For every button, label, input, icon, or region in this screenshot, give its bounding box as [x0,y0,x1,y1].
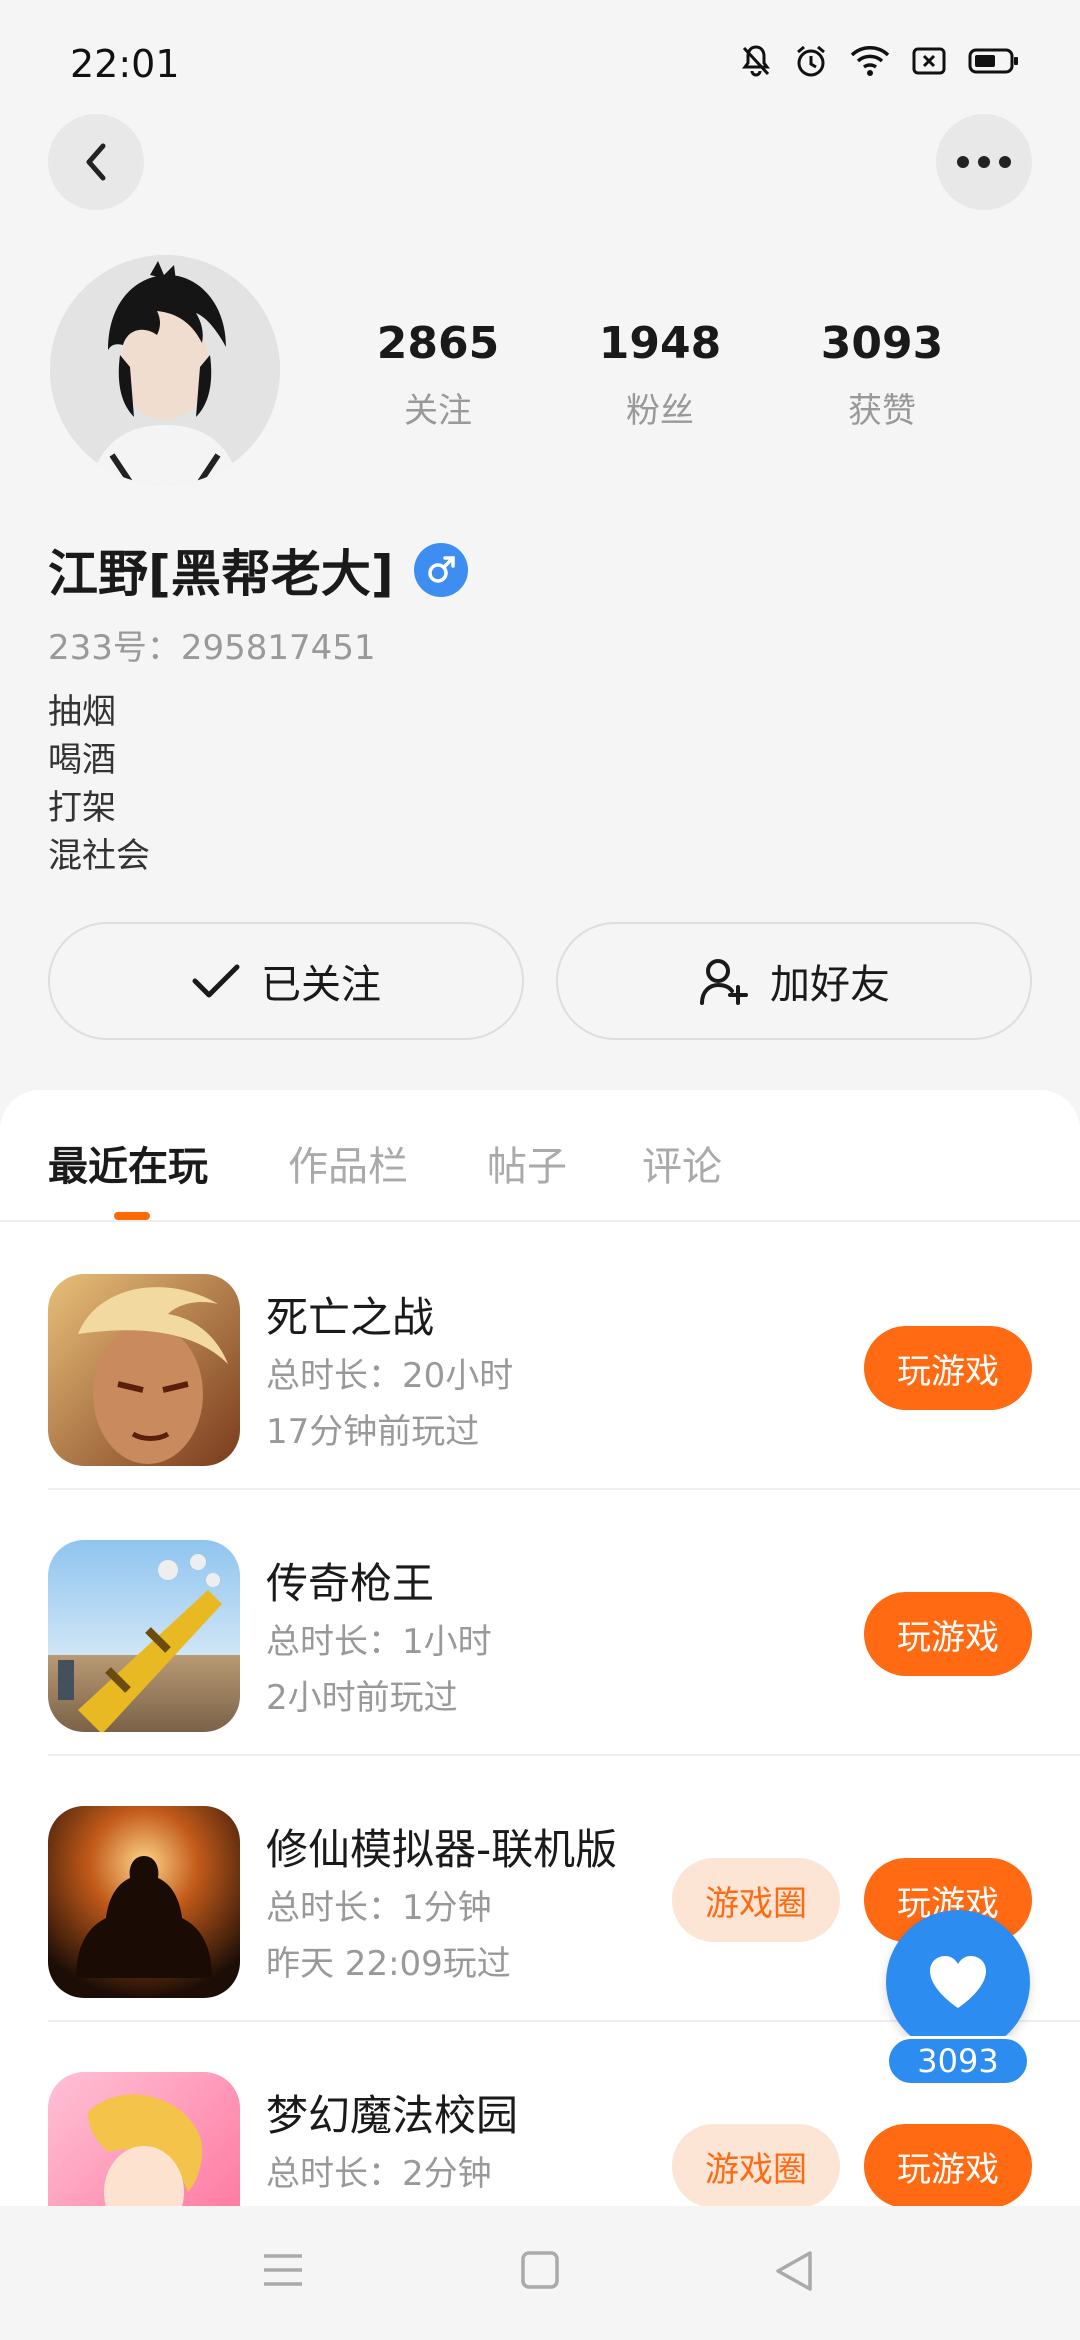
stat-following[interactable]: 2865 关注 [338,318,538,432]
user-id: 233号：295817451 [48,628,376,668]
chevron-left-icon [86,143,106,181]
status-bar: 22:01 [0,0,1080,120]
game-last-played: 2小时前玩过 [266,1678,458,1718]
avatar[interactable] [50,255,280,485]
game-title: 梦幻魔法校园 [266,2091,519,2140]
stat-fans-label: 粉丝 [626,391,694,431]
stat-likes[interactable]: 3093 获赞 [782,318,982,432]
followed-button[interactable]: 已关注 [48,922,524,1040]
stat-likes-label: 获赞 [848,391,916,431]
tab-posts[interactable]: 帖子 [487,1134,567,1192]
game-icon[interactable] [48,1806,240,1998]
back-button[interactable] [48,114,144,210]
add-friend-button[interactable]: 加好友 [556,922,1032,1040]
bio-line: 喝酒 [48,740,116,780]
play-game-button[interactable]: 玩游戏 [864,1326,1032,1410]
menu-icon[interactable] [262,2250,304,2290]
bio: 抽烟 喝酒 打架 混社会 [48,688,150,880]
game-total-duration: 总时长：1分钟 [266,1888,492,1928]
add-user-icon [700,959,748,1005]
status-icons [740,44,1020,78]
game-icon[interactable] [48,1540,240,1732]
game-circle-button[interactable]: 游戏圈 [672,2124,840,2208]
tab-recently-played[interactable]: 最近在玩 [48,1134,208,1192]
game-total-duration: 总时长：20小时 [266,1356,514,1396]
game-circle-button[interactable]: 游戏圈 [672,1858,840,1942]
system-nav-bar [0,2206,1080,2340]
play-game-button[interactable]: 玩游戏 [864,1592,1032,1676]
sim-off-icon [912,47,946,75]
game-list-item[interactable]: 死亡之战 总时长：20小时 17分钟前玩过 玩游戏 [0,1224,1080,1490]
stat-following-label: 关注 [404,391,472,431]
game-list-item[interactable]: 传奇枪王 总时长：1小时 2小时前玩过 玩游戏 [0,1490,1080,1756]
bio-line: 抽烟 [48,692,116,732]
avatar-image [50,255,280,485]
check-icon [192,964,240,998]
play-game-button[interactable]: 玩游戏 [864,2124,1032,2208]
stat-fans-value: 1948 [598,318,722,369]
game-title: 传奇枪王 [266,1559,435,1608]
tab-comments[interactable]: 评论 [642,1134,722,1192]
heart-icon [930,1956,986,2008]
tab-works[interactable]: 作品栏 [288,1134,408,1192]
tab-active-indicator [114,1212,150,1220]
battery-icon [968,48,1018,74]
game-icon[interactable] [48,1274,240,1466]
bio-line: 打架 [48,788,116,828]
bell-off-icon [742,45,770,77]
followed-button-label: 已关注 [261,962,381,1008]
add-friend-button-label: 加好友 [770,962,890,1008]
status-time: 22:01 [70,42,180,86]
like-fab-button[interactable] [886,1910,1030,2054]
game-last-played: 昨天 22:09玩过 [266,1944,511,1984]
stat-following-value: 2865 [376,318,500,369]
wifi-icon [850,46,890,76]
stat-likes-value: 3093 [820,318,944,369]
more-button[interactable] [936,114,1032,210]
bio-line: 混社会 [48,836,150,876]
tab-bar: 最近在玩 作品栏 帖子 评论 [0,1090,1080,1222]
game-total-duration: 总时长：1小时 [266,1622,492,1662]
game-last-played: 17分钟前玩过 [266,1412,480,1452]
back-triangle-icon[interactable] [774,2250,814,2292]
male-gender-icon [413,543,468,597]
username-row: 江野[黑帮老大] [48,534,468,606]
alarm-icon [797,45,825,77]
game-title: 修仙模拟器-联机版 [266,1825,618,1874]
like-count-badge: 3093 [886,2036,1030,2086]
game-total-duration: 总时长：2分钟 [266,2154,492,2194]
username: 江野[黑帮老大] [48,545,394,603]
home-square-icon[interactable] [520,2250,560,2290]
game-title: 死亡之战 [266,1293,435,1342]
more-dots-icon [957,156,1011,168]
stat-fans[interactable]: 1948 粉丝 [560,318,760,432]
